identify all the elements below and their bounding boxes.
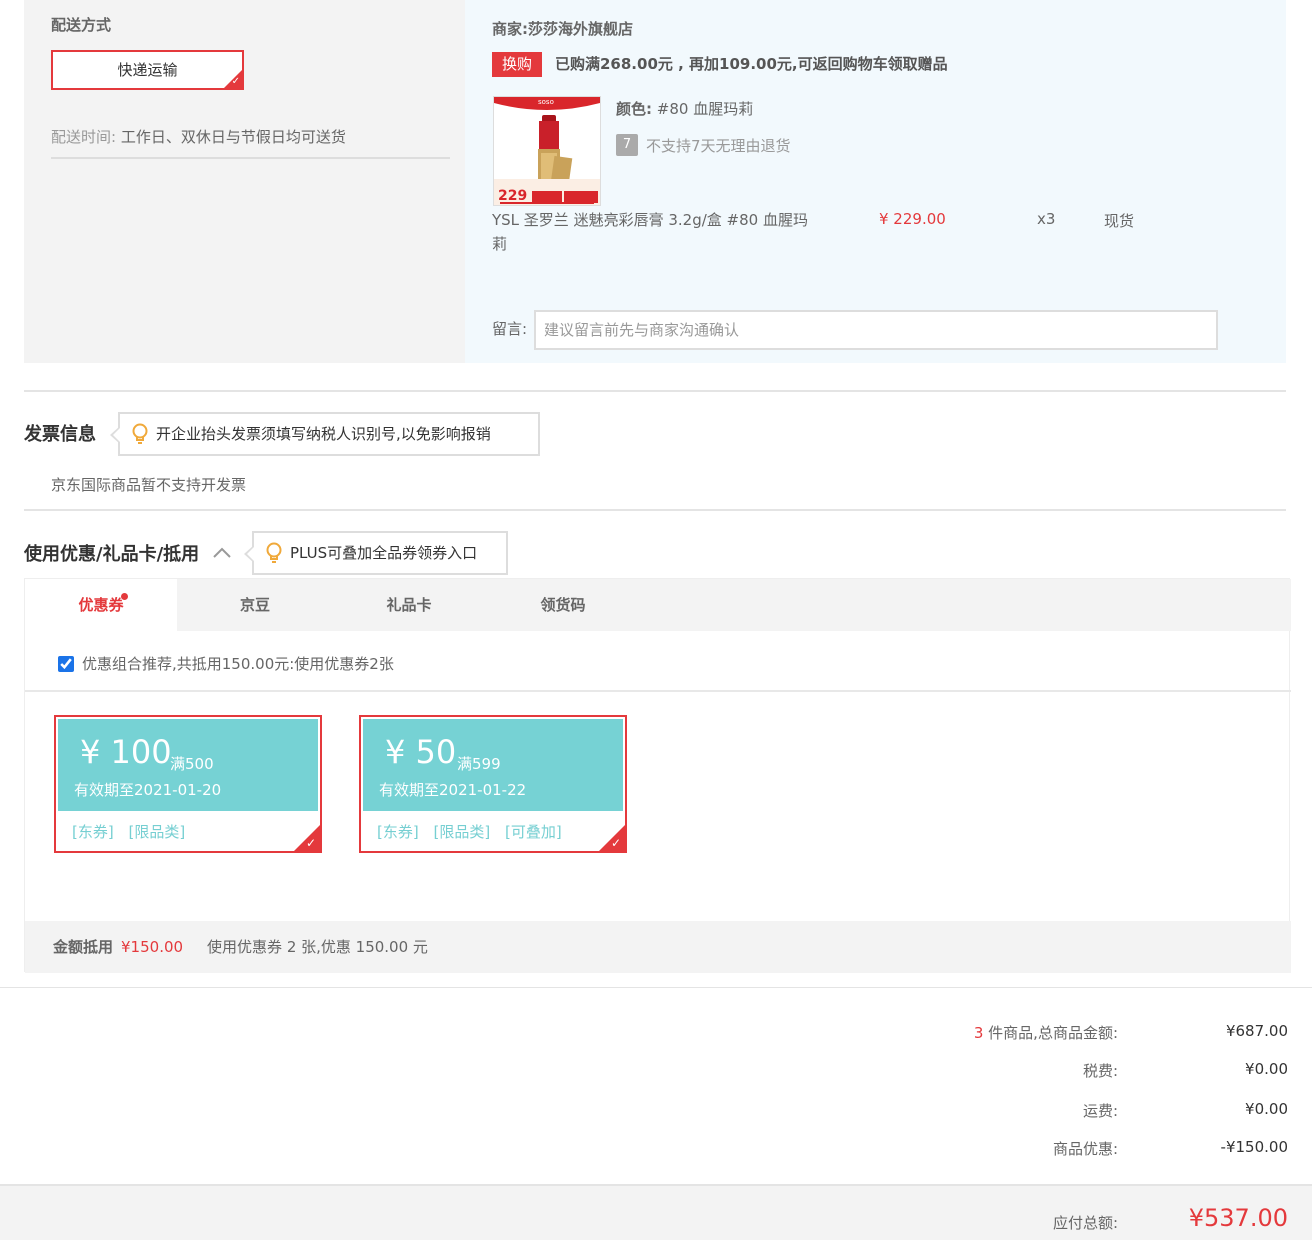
coupon-tags: [东券] [限品类] [72, 821, 195, 842]
tab-jingdou[interactable]: 京豆 [179, 579, 331, 631]
summary-text: 使用优惠券 2 张,优惠 150.00 元 [207, 938, 428, 956]
coupon-amount: ¥ 50 [385, 733, 457, 771]
divider [24, 390, 1286, 392]
exchange-promo: 已购满268.00元 , 再加109.00元,可返回购物车领取赠品 [555, 55, 948, 73]
shipping-method-label: 快递运输 [117, 61, 178, 79]
check-icon: ✓ [610, 836, 621, 850]
shipping-time-label: 配送时间: [51, 128, 117, 146]
product-quantity: x3 [1037, 210, 1056, 228]
coupon-condition: 满500 [170, 755, 214, 773]
check-icon: ✓ [305, 836, 316, 850]
lightbulb-icon [266, 542, 282, 563]
summary-label: 金额抵用 [53, 938, 114, 956]
tab-coupon[interactable]: 优惠券 [25, 579, 177, 631]
coupon-top: ¥ 100 满500 有效期至2021-01-20 [58, 719, 318, 811]
divider [51, 157, 450, 159]
product-price: ¥ 229.00 [879, 210, 946, 228]
lightbulb-icon [132, 423, 148, 444]
tip-arrow-inner [247, 546, 255, 562]
exchange-tag: 换购 [492, 52, 542, 77]
no-return-icon: 7 [616, 134, 638, 156]
invoice-tip: 开企业抬头发票须填写纳税人识别号,以免影响报销 [110, 412, 540, 456]
image-price-text: 229 [498, 188, 528, 204]
divider [0, 987, 1312, 988]
chevron-up-icon[interactable] [212, 545, 232, 559]
invoice-title: 发票信息 [24, 424, 96, 445]
coupon-validity: 有效期至2021-01-20 [74, 781, 222, 799]
coupon-validity: 有效期至2021-01-22 [379, 781, 527, 799]
divider [24, 509, 1286, 511]
recommend-checkbox[interactable] [58, 655, 74, 672]
discount-value: -¥150.00 [1220, 1138, 1288, 1156]
shipping-time-value: 工作日、双休日与节假日均可送货 [120, 128, 346, 146]
tab-label: 京豆 [239, 596, 270, 614]
recommend-text: 优惠组合推荐,共抵用150.00元:使用优惠券2张 [82, 655, 394, 673]
coupon-tag: [东券] [72, 823, 114, 841]
discount-label: 商品优惠: [1052, 1140, 1118, 1158]
coupon-amount: ¥ 100 [80, 733, 172, 771]
goods-total-value: ¥687.00 [1225, 1022, 1288, 1040]
merchant-name: 商家:莎莎海外旗舰店 [492, 20, 633, 38]
shipping-method-option[interactable]: 快递运输 ✓ [51, 50, 244, 90]
message-input[interactable] [534, 310, 1218, 350]
product-name[interactable]: YSL 圣罗兰 迷魅亮彩唇膏 3.2g/盒 #80 血腥玛莉 [492, 208, 812, 256]
coupon-tags: [东券] [限品类] [可叠加] [377, 821, 572, 842]
payable-bar: 应付总额: ¥537.00 [0, 1184, 1312, 1240]
tab-pickup-code[interactable]: 领货码 [487, 579, 639, 631]
check-icon: ✓ [231, 76, 240, 87]
plus-coupon-tip-text: PLUS可叠加全品券领券入口 [290, 544, 478, 562]
coupon-top: ¥ 50 满599 有效期至2021-01-22 [363, 719, 623, 811]
color-label: 颜色: [616, 100, 652, 118]
color-value: #80 血腥玛莉 [656, 100, 754, 118]
plus-coupon-tip[interactable]: PLUS可叠加全品券领券入口 [244, 531, 508, 575]
payable-value: ¥537.00 [1188, 1204, 1288, 1232]
notification-dot-icon [121, 593, 128, 600]
freight-value: ¥0.00 [1245, 1100, 1288, 1118]
coupon-condition: 满599 [457, 755, 501, 773]
return-policy: 不支持7天无理由退货 [646, 137, 791, 155]
tab-label: 礼品卡 [386, 596, 432, 614]
discount-summary: 金额抵用 ¥150.00 使用优惠券 2 张,优惠 150.00 元 [25, 921, 1291, 973]
image-badge-text: soso [538, 98, 554, 106]
tab-label: 领货码 [540, 596, 586, 614]
tip-arrow-inner [113, 427, 121, 443]
product-stock: 现货 [1104, 212, 1135, 230]
product-color: 颜色: #80 血腥玛莉 [616, 98, 753, 119]
goods-count: 3 [973, 1024, 984, 1042]
discount-title: 使用优惠/礼品卡/抵用 [24, 544, 200, 565]
invoice-tip-text: 开企业抬头发票须填写纳税人识别号,以免影响报销 [156, 425, 491, 443]
coupon-tag: [东券] [377, 823, 419, 841]
tab-label: 优惠券 [78, 596, 124, 614]
product-image[interactable]: soso 229 [493, 96, 601, 206]
freight-label: 运费: [1082, 1102, 1118, 1120]
invoice-note: 京东国际商品暂不支持开发票 [51, 476, 247, 494]
coupon-card[interactable]: ¥ 100 满500 有效期至2021-01-20 [东券] [限品类] ✓ [54, 715, 322, 853]
coupon-tag: [可叠加] [505, 823, 562, 841]
message-label: 留言: [492, 320, 528, 338]
goods-total-text: 件商品,总商品金额: [983, 1024, 1118, 1042]
shipping-panel: 配送方式 快递运输 ✓ 配送时间: 工作日、双休日与节假日均可送货 [24, 0, 465, 363]
shipping-time: 配送时间: 工作日、双休日与节假日均可送货 [51, 126, 346, 147]
discount-tabs: 优惠券 京豆 礼品卡 领货码 [25, 579, 1291, 631]
tab-gift-card[interactable]: 礼品卡 [333, 579, 485, 631]
coupon-tag: [限品类] [433, 823, 491, 841]
recommend-combo[interactable]: 优惠组合推荐,共抵用150.00元:使用优惠券2张 [58, 653, 394, 674]
coupon-card[interactable]: ¥ 50 满599 有效期至2021-01-22 [东券] [限品类] [可叠加… [359, 715, 627, 853]
coupon-panel: 优惠券 京豆 礼品卡 领货码 优惠组合推荐,共抵用150.00元:使用优惠券2张… [24, 578, 1291, 973]
coupon-tag: [限品类] [128, 823, 186, 841]
goods-total-label: 3 件商品,总商品金额: [974, 1022, 1118, 1043]
tax-value: ¥0.00 [1245, 1060, 1288, 1078]
payable-label: 应付总额: [1052, 1214, 1118, 1232]
tax-label: 税费: [1082, 1062, 1118, 1080]
merchant-panel: 商家:莎莎海外旗舰店 换购 已购满268.00元 , 再加109.00元,可返回… [465, 0, 1286, 363]
summary-amount: ¥150.00 [121, 938, 184, 956]
divider [25, 690, 1291, 692]
shipping-title: 配送方式 [51, 16, 112, 34]
